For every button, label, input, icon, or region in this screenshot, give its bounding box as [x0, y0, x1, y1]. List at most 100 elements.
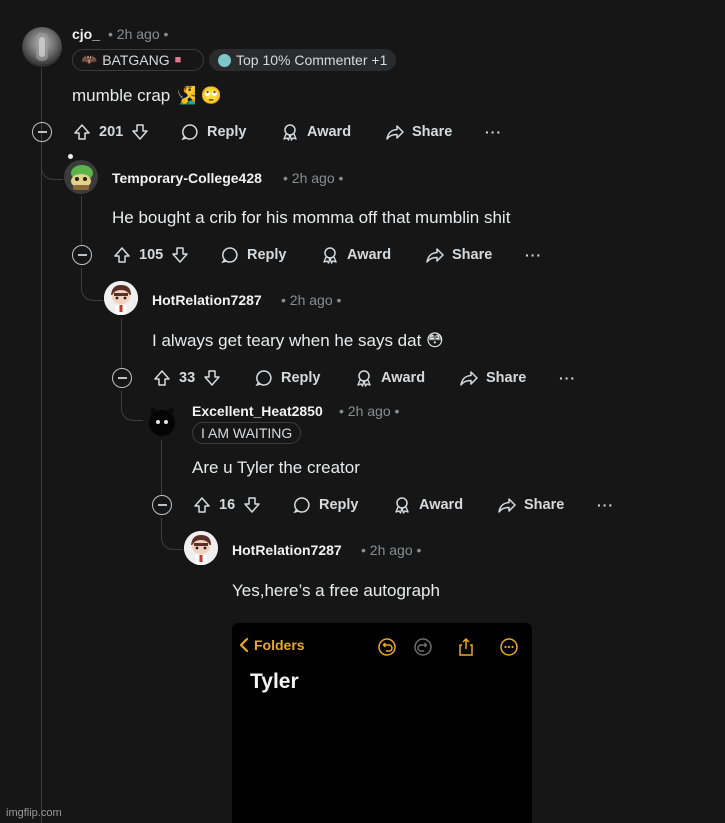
share-button[interactable]: Share — [459, 366, 526, 390]
folders-back-button: Folders — [238, 637, 305, 653]
share-icon — [460, 371, 478, 386]
more-icon[interactable]: ··· — [485, 124, 502, 140]
snoo-avatar-icon — [64, 160, 98, 194]
flair-emoji-icon: ■ — [174, 54, 182, 66]
more-icon[interactable]: ··· — [559, 370, 576, 386]
user-flair-batgang: 🦇 BATGANG ■ — [72, 49, 204, 71]
avatar-image-icon — [36, 33, 48, 61]
reply-button[interactable]: Reply — [254, 366, 321, 390]
downvote-icon[interactable] — [242, 495, 262, 515]
vote-count: 33 — [179, 370, 196, 386]
reply-button[interactable]: Reply — [292, 493, 359, 517]
more-icon[interactable]: ··· — [525, 247, 542, 263]
comment-icon — [181, 124, 198, 141]
comment-actions: 33 Reply Award Share ··· — [112, 366, 592, 390]
upvote-icon[interactable] — [152, 368, 172, 388]
avatar[interactable] — [104, 281, 138, 315]
award-icon — [357, 370, 371, 387]
shadow-avatar-icon — [149, 408, 175, 436]
comment-icon — [221, 247, 238, 264]
username[interactable]: Excellent_Heat2850 — [192, 403, 323, 419]
username[interactable]: HotRelation7287 — [152, 292, 262, 308]
timestamp: • 2h ago • — [283, 170, 344, 186]
share-icon — [386, 125, 404, 140]
thread-line-4[interactable] — [161, 440, 162, 495]
comment-icon — [255, 370, 272, 387]
comment-icon — [293, 497, 310, 514]
avatar[interactable] — [22, 27, 62, 67]
bat-flair-icon: 🦇 — [81, 52, 98, 67]
notes-toolbar: Folders — [232, 623, 532, 667]
comment-body: He bought a crib for his momma off that … — [112, 208, 511, 227]
collapse-icon[interactable] — [32, 122, 52, 142]
timestamp: • 2h ago • — [108, 26, 169, 42]
comment-actions: 16 Reply Award Share ··· — [152, 493, 632, 517]
comment-thread: cjo_ • 2h ago • 🦇 BATGANG ■ Top 10% Comm… — [0, 0, 725, 823]
vote-count: 201 — [99, 124, 124, 140]
vote-group: 16 — [192, 493, 262, 517]
vote-count: 105 — [139, 247, 164, 263]
reply-button[interactable]: Reply — [220, 243, 287, 267]
upvote-icon[interactable] — [72, 122, 92, 142]
ellipsis-circle-icon — [500, 638, 518, 656]
thread-line-1[interactable] — [41, 68, 42, 823]
watermark: imgflip.com — [6, 807, 62, 819]
timestamp: • 2h ago • — [281, 292, 342, 308]
avatar[interactable] — [184, 531, 218, 565]
award-button[interactable]: Award — [280, 120, 351, 144]
thread-branch-3 — [81, 268, 103, 301]
comment-body: Yes,here’s a free autograph — [232, 581, 440, 600]
upvote-icon[interactable] — [112, 245, 132, 265]
username[interactable]: Temporary-College428 — [112, 170, 262, 186]
downvote-icon[interactable] — [130, 122, 150, 142]
vote-count: 16 — [219, 497, 236, 513]
avatar[interactable] — [144, 403, 180, 439]
comment-actions: 201 Reply Award Share ··· — [32, 120, 512, 144]
thread-line-2[interactable] — [81, 196, 82, 246]
undo-icon — [378, 638, 396, 656]
snoo-avatar-icon — [104, 281, 138, 315]
share-icon — [498, 498, 516, 513]
share-button[interactable]: Share — [385, 120, 452, 144]
vote-group: 105 — [112, 243, 190, 267]
award-button[interactable]: Award — [392, 493, 463, 517]
reply-button[interactable]: Reply — [180, 120, 247, 144]
avatar[interactable] — [64, 160, 98, 194]
collapse-icon[interactable] — [112, 368, 132, 388]
thread-branch-5 — [161, 518, 183, 550]
award-button[interactable]: Award — [354, 366, 425, 390]
share-button[interactable]: Share — [425, 243, 492, 267]
chevron-left-icon — [239, 637, 249, 653]
comment-badge-icon — [218, 53, 231, 67]
thread-branch-2 — [41, 150, 63, 180]
more-icon[interactable]: ··· — [597, 497, 614, 513]
comment-body: mumble crap 🧏‍♂️ 🙄 — [72, 86, 223, 105]
thread-line-3[interactable] — [121, 318, 122, 368]
collapse-icon[interactable] — [72, 245, 92, 265]
snoo-avatar-icon — [184, 531, 218, 565]
timestamp: • 2h ago • — [361, 542, 422, 558]
comment-actions: 105 Reply Award Share ··· — [72, 243, 552, 267]
downvote-icon[interactable] — [170, 245, 190, 265]
share-button[interactable]: Share — [497, 493, 564, 517]
redo-icon — [414, 638, 432, 656]
award-icon — [283, 124, 297, 141]
upvote-icon[interactable] — [192, 495, 212, 515]
username[interactable]: cjo_ — [72, 26, 100, 42]
share-icon — [426, 248, 444, 263]
vote-group: 201 — [72, 120, 150, 144]
username[interactable]: HotRelation7287 — [232, 542, 342, 558]
award-icon — [323, 247, 337, 264]
online-dot — [68, 154, 73, 159]
note-title: Tyler — [250, 670, 299, 693]
comment-body: I always get teary when he says dat 😳 — [152, 331, 444, 350]
collapse-icon[interactable] — [152, 495, 172, 515]
vote-group: 33 — [152, 366, 222, 390]
award-button[interactable]: Award — [320, 243, 391, 267]
downvote-icon[interactable] — [202, 368, 222, 388]
upload-icon — [459, 637, 473, 656]
attached-image[interactable]: Folders Tyler — [232, 623, 532, 823]
timestamp: • 2h ago • — [339, 403, 400, 419]
achievement-flair[interactable]: Top 10% Commenter +1 — [209, 49, 397, 71]
award-icon — [395, 497, 409, 514]
